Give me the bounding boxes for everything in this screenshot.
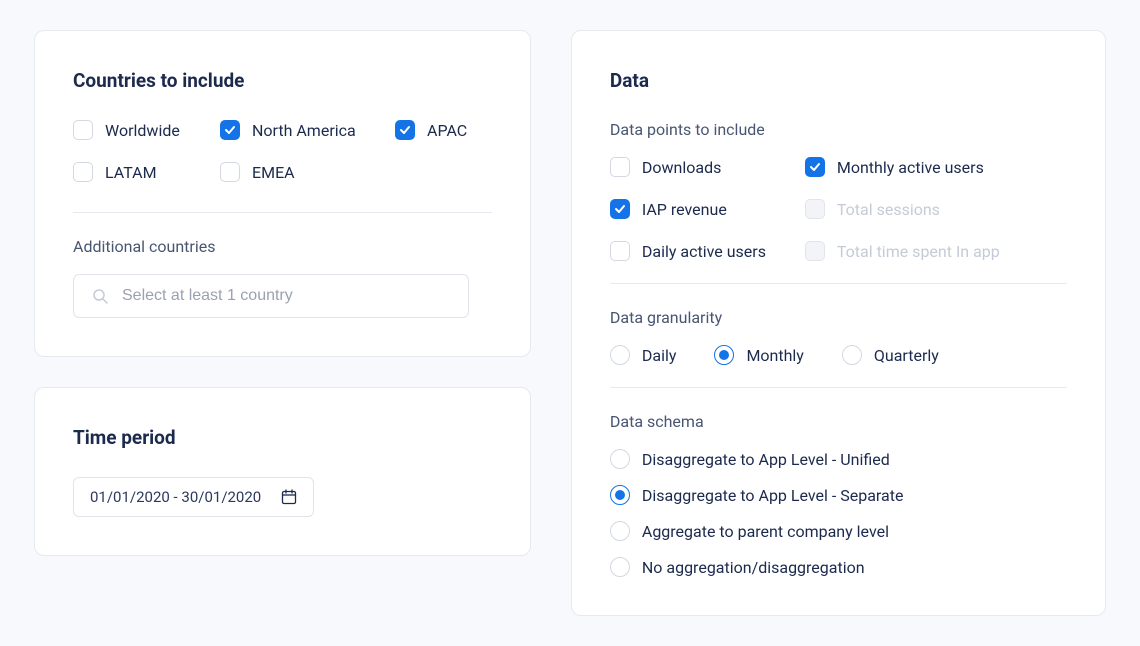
divider (73, 212, 492, 213)
checkbox-icon (73, 162, 93, 182)
checkbox-label: EMEA (252, 163, 295, 182)
granularity-label: Data granularity (610, 308, 1067, 327)
radio-label: Daily (642, 346, 677, 365)
country-checkbox-apac[interactable]: APAC (395, 120, 467, 140)
schema-radio-parent-company[interactable]: Aggregate to parent company level (610, 521, 1067, 541)
countries-title: Countries to include (73, 69, 492, 92)
radio-icon (714, 345, 734, 365)
checkbox-label: Monthly active users (837, 158, 984, 177)
country-search-field[interactable] (122, 287, 450, 305)
schema-radio-group: Disaggregate to App Level - Unified Disa… (610, 449, 1067, 577)
countries-checkbox-group: Worldwide North America APAC LATAM EMEA (73, 120, 492, 182)
radio-icon (610, 521, 630, 541)
checkbox-label: LATAM (105, 163, 157, 182)
granularity-radio-quarterly[interactable]: Quarterly (842, 345, 939, 365)
divider (610, 387, 1067, 388)
radio-label: No aggregation/disaggregation (642, 558, 865, 577)
checkbox-icon (805, 199, 825, 219)
checkbox-icon (220, 162, 240, 182)
checkbox-icon (220, 120, 240, 140)
radio-label: Disaggregate to App Level - Separate (642, 486, 904, 505)
radio-label: Quarterly (874, 346, 939, 365)
time-period-card: Time period 01/01/2020 - 30/01/2020 (34, 387, 531, 556)
checkbox-label: Worldwide (105, 121, 180, 140)
granularity-radio-group: Daily Monthly Quarterly (610, 345, 1067, 365)
radio-label: Disaggregate to App Level - Unified (642, 450, 890, 469)
search-icon (92, 288, 108, 304)
country-checkbox-emea[interactable]: EMEA (220, 162, 395, 182)
country-checkbox-north-america[interactable]: North America (220, 120, 395, 140)
granularity-radio-daily[interactable]: Daily (610, 345, 677, 365)
schema-label: Data schema (610, 412, 1067, 431)
additional-countries-label: Additional countries (73, 237, 492, 256)
radio-icon (610, 449, 630, 469)
date-range-picker[interactable]: 01/01/2020 - 30/01/2020 (73, 477, 314, 517)
checkbox-label: North America (252, 121, 356, 140)
country-checkbox-worldwide[interactable]: Worldwide (73, 120, 220, 140)
datapoint-checkbox-downloads[interactable]: Downloads (610, 157, 805, 177)
radio-icon (842, 345, 862, 365)
data-points-label: Data points to include (610, 120, 1067, 139)
country-checkbox-latam[interactable]: LATAM (73, 162, 220, 182)
time-period-title: Time period (73, 426, 492, 449)
checkbox-label: IAP revenue (642, 200, 727, 219)
checkbox-icon (805, 157, 825, 177)
checkbox-label: APAC (427, 121, 467, 140)
radio-icon (610, 485, 630, 505)
checkbox-icon (73, 120, 93, 140)
date-range-value: 01/01/2020 - 30/01/2020 (90, 488, 261, 506)
schema-radio-separate[interactable]: Disaggregate to App Level - Separate (610, 485, 1067, 505)
checkbox-icon (610, 199, 630, 219)
additional-countries-input[interactable] (73, 274, 469, 318)
checkbox-label: Downloads (642, 158, 721, 177)
checkbox-label: Total sessions (837, 200, 940, 219)
radio-icon (610, 345, 630, 365)
checkbox-icon (395, 120, 415, 140)
countries-card: Countries to include Worldwide North Ame… (34, 30, 531, 357)
schema-radio-unified[interactable]: Disaggregate to App Level - Unified (610, 449, 1067, 469)
checkbox-icon (610, 241, 630, 261)
data-title: Data (610, 69, 1067, 92)
divider (610, 283, 1067, 284)
radio-label: Aggregate to parent company level (642, 522, 889, 541)
datapoint-checkbox-total-time: Total time spent In app (805, 241, 1067, 261)
datapoint-checkbox-iap[interactable]: IAP revenue (610, 199, 805, 219)
checkbox-label: Daily active users (642, 242, 766, 261)
checkbox-icon (610, 157, 630, 177)
checkbox-icon (805, 241, 825, 261)
radio-icon (610, 557, 630, 577)
calendar-icon (281, 489, 297, 505)
radio-label: Monthly (746, 346, 803, 365)
data-points-group: Downloads Monthly active users IAP reven… (610, 157, 1067, 261)
datapoint-checkbox-mau[interactable]: Monthly active users (805, 157, 1067, 177)
data-card: Data Data points to include Downloads Mo… (571, 30, 1106, 616)
granularity-radio-monthly[interactable]: Monthly (714, 345, 803, 365)
schema-radio-none[interactable]: No aggregation/disaggregation (610, 557, 1067, 577)
datapoint-checkbox-total-sessions: Total sessions (805, 199, 1067, 219)
datapoint-checkbox-dau[interactable]: Daily active users (610, 241, 805, 261)
checkbox-label: Total time spent In app (837, 242, 1000, 261)
